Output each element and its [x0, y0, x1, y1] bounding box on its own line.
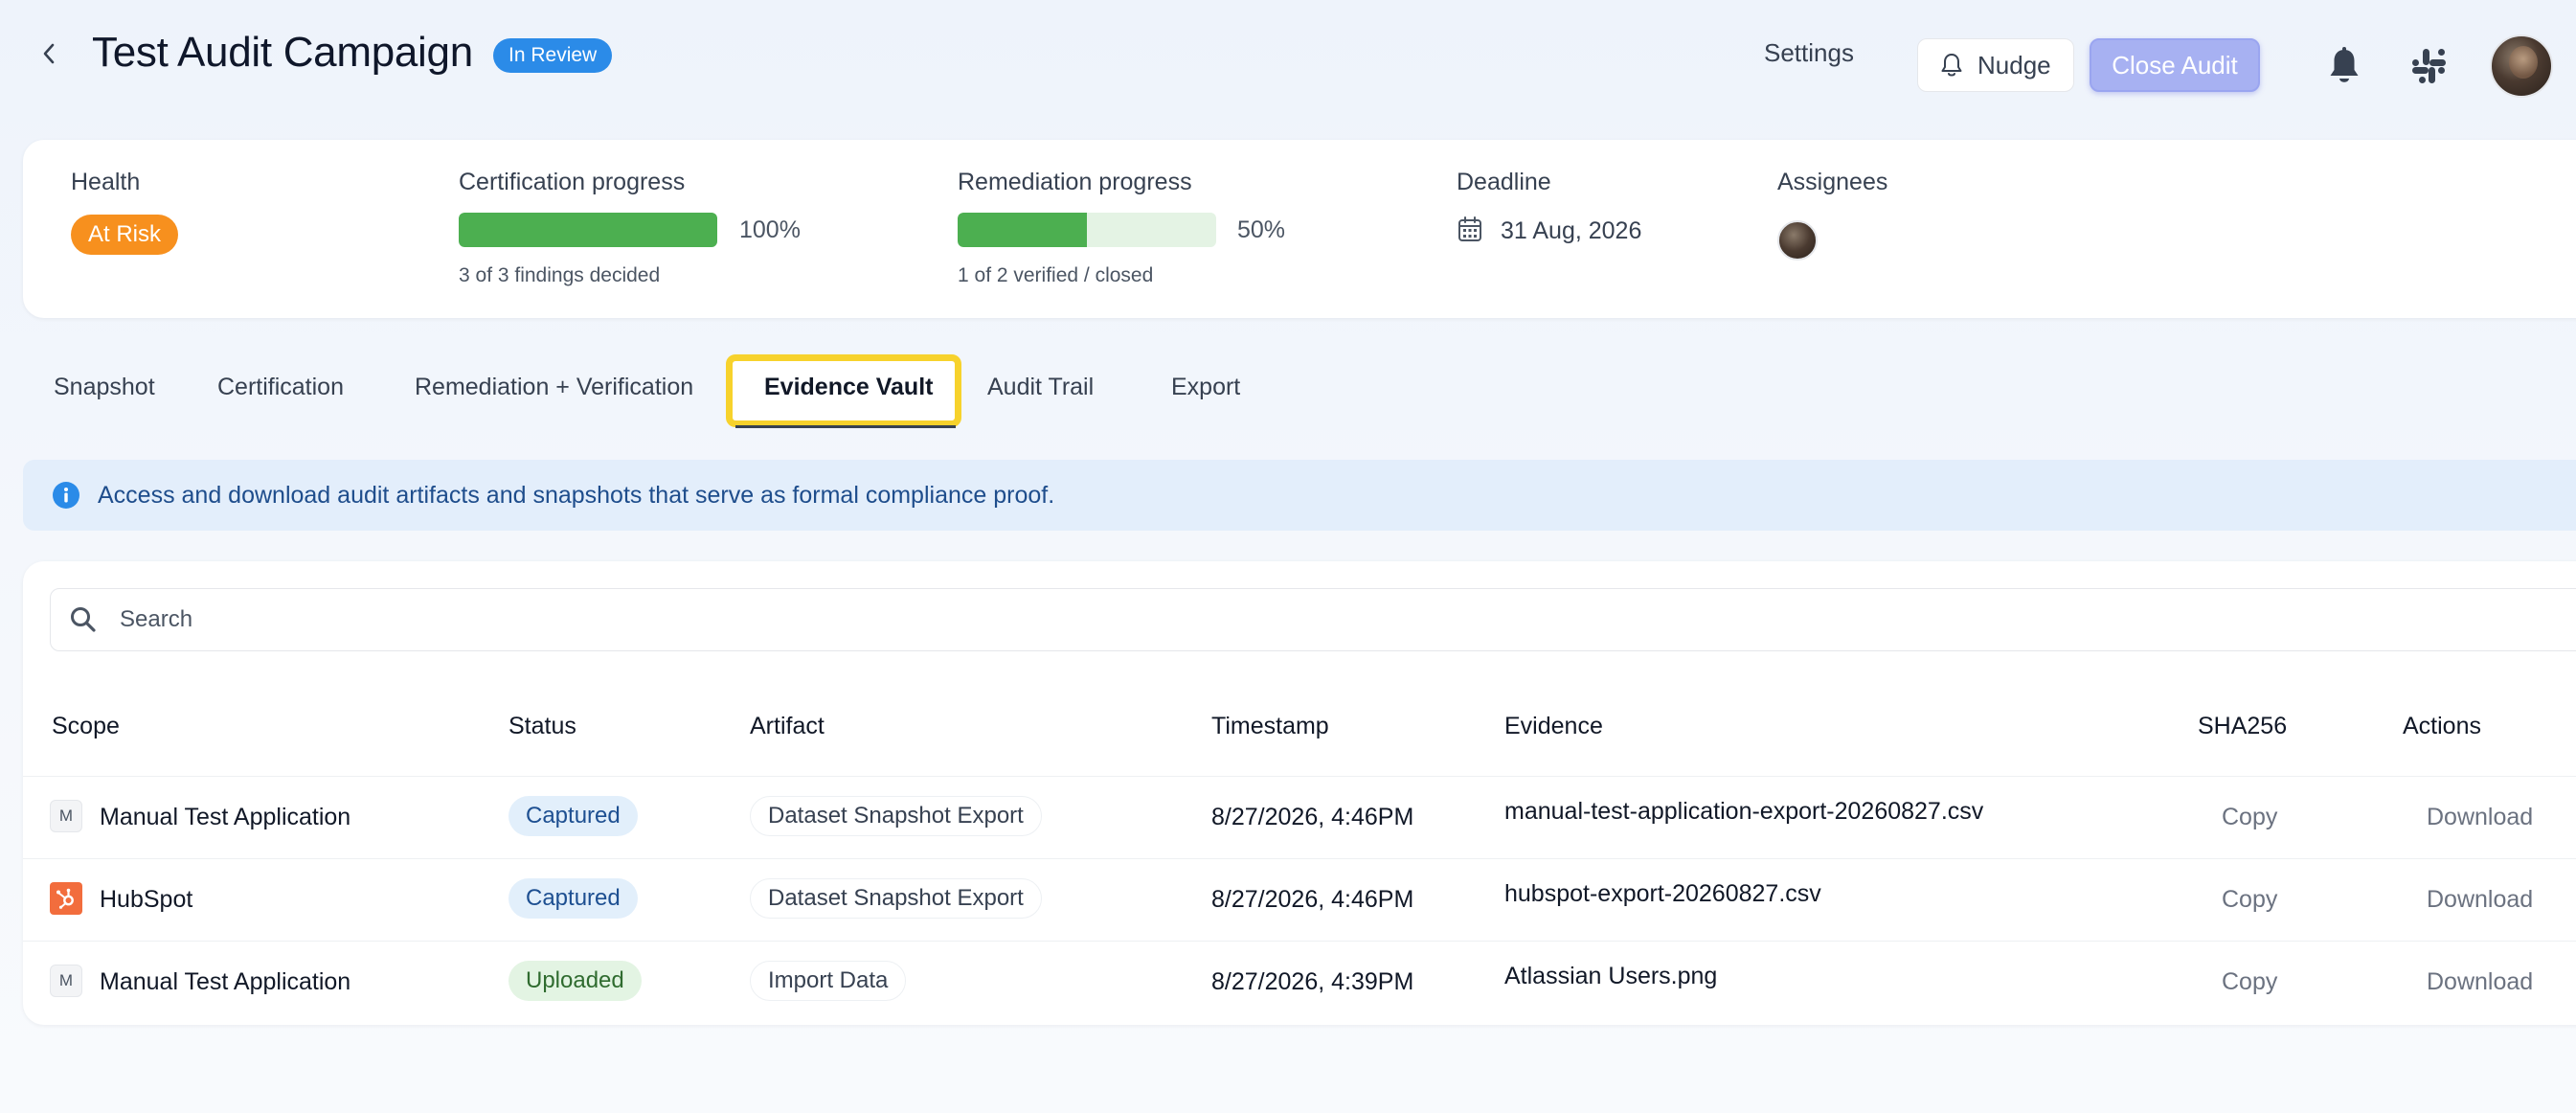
tab-remediation-verification[interactable]: Remediation + Verification	[415, 374, 693, 401]
health-status-badge: At Risk	[71, 215, 179, 255]
certification-progress-bar	[459, 213, 717, 247]
status-badge: In Review	[493, 38, 613, 73]
column-header-scope[interactable]: Scope	[52, 713, 120, 740]
info-icon	[53, 482, 79, 509]
column-header-status[interactable]: Status	[508, 713, 576, 740]
certification-progress-label: Certification progress	[459, 169, 686, 195]
scope-name: HubSpot	[100, 886, 193, 913]
artifact-tag: Dataset Snapshot Export	[750, 796, 1042, 836]
close-audit-button[interactable]: Close Audit	[2090, 38, 2260, 92]
search-box	[50, 588, 2576, 651]
status-badge: Uploaded	[508, 961, 642, 1001]
column-header-artifact[interactable]: Artifact	[750, 713, 825, 740]
chevron-left-icon	[43, 43, 55, 64]
active-tab-indicator	[735, 425, 956, 428]
remediation-progress-label: Remediation progress	[958, 169, 1192, 195]
copy-sha-button[interactable]: Copy	[2222, 804, 2277, 831]
table-row: M Manual Test Application Captured Datas…	[23, 776, 2576, 858]
search-icon	[71, 607, 96, 632]
evidence-file: manual-test-application-export-20260827.…	[1504, 798, 1984, 825]
artifact-tag: Import Data	[750, 961, 907, 1001]
table-row: HubSpot Captured Dataset Snapshot Export…	[23, 858, 2576, 941]
calendar-icon	[1458, 216, 1481, 241]
timestamp: 8/27/2026, 4:46PM	[1211, 886, 1414, 913]
user-avatar[interactable]	[2490, 34, 2553, 98]
status-badge: Captured	[508, 796, 638, 836]
manual-app-icon: M	[50, 800, 82, 832]
tab-audit-trail[interactable]: Audit Trail	[987, 374, 1094, 401]
tab-export[interactable]: Export	[1171, 374, 1240, 401]
nudge-button[interactable]: Nudge	[1917, 38, 2074, 92]
hubspot-logo-icon	[50, 882, 82, 915]
copy-sha-button[interactable]: Copy	[2222, 886, 2277, 914]
certification-percent: 100%	[739, 216, 801, 243]
artifact-tag: Dataset Snapshot Export	[750, 878, 1042, 919]
column-header-sha256[interactable]: SHA256	[2198, 713, 2287, 740]
tab-bar: Snapshot Certification Remediation + Ver…	[0, 354, 1341, 431]
table-row: M Manual Test Application Uploaded Impor…	[23, 941, 2576, 1023]
download-button[interactable]: Download	[2427, 968, 2533, 996]
copy-sha-button[interactable]: Copy	[2222, 968, 2277, 996]
bell-icon	[2330, 47, 2359, 82]
tab-evidence-vault-label[interactable]: Evidence Vault	[764, 374, 933, 401]
hubspot-sprocket-icon	[56, 888, 74, 909]
remediation-progress-bar	[958, 213, 1216, 247]
column-header-timestamp[interactable]: Timestamp	[1211, 713, 1329, 740]
download-button[interactable]: Download	[2427, 804, 2533, 831]
remediation-progress-fill	[958, 213, 1087, 247]
certification-subtext: 3 of 3 findings decided	[459, 264, 661, 286]
tab-snapshot[interactable]: Snapshot	[54, 374, 155, 401]
assignee-avatar[interactable]	[1777, 220, 1818, 261]
nudge-label: Nudge	[1977, 50, 2051, 80]
timestamp: 8/27/2026, 4:39PM	[1211, 968, 1414, 995]
slack-icon	[2412, 49, 2446, 83]
scope-name: Manual Test Application	[100, 968, 351, 995]
info-banner: Access and download audit artifacts and …	[23, 460, 2576, 531]
notifications-button[interactable]	[2325, 46, 2363, 88]
column-header-actions[interactable]: Actions	[2403, 713, 2481, 740]
status-badge: Captured	[508, 878, 638, 919]
slack-button[interactable]	[2409, 46, 2448, 86]
bell-outline-icon	[1941, 54, 1962, 77]
scope-name: Manual Test Application	[100, 804, 351, 830]
search-input[interactable]	[120, 606, 2418, 633]
settings-button[interactable]: Settings	[1764, 38, 1854, 68]
deadline-label: Deadline	[1457, 169, 1551, 195]
column-header-evidence[interactable]: Evidence	[1504, 713, 1603, 740]
deadline-value: 31 Aug, 2026	[1501, 217, 1642, 244]
download-button[interactable]: Download	[2427, 886, 2533, 914]
info-banner-text: Access and download audit artifacts and …	[98, 481, 1055, 509]
evidence-file: Atlassian Users.png	[1504, 963, 1718, 989]
remediation-percent: 50%	[1237, 216, 1286, 243]
evidence-table-card: Scope Status Artifact Timestamp Evidence…	[23, 561, 2576, 1025]
tab-certification[interactable]: Certification	[217, 374, 344, 401]
certification-progress-fill	[459, 213, 717, 247]
manual-app-icon: M	[50, 965, 82, 997]
remediation-subtext: 1 of 2 verified / closed	[958, 264, 1154, 286]
timestamp: 8/27/2026, 4:46PM	[1211, 804, 1414, 830]
page-header: Test Audit Campaign In Review Settings N…	[0, 0, 2576, 134]
page: Test Audit Campaign In Review Settings N…	[0, 0, 2576, 1113]
back-button[interactable]	[33, 34, 65, 73]
assignees-label: Assignees	[1777, 169, 1888, 195]
audit-summary-card: Health At Risk Certification progress 10…	[23, 140, 2576, 318]
evidence-file: hubspot-export-20260827.csv	[1504, 880, 1821, 907]
health-label: Health	[71, 169, 141, 195]
page-title: Test Audit Campaign	[92, 29, 473, 76]
